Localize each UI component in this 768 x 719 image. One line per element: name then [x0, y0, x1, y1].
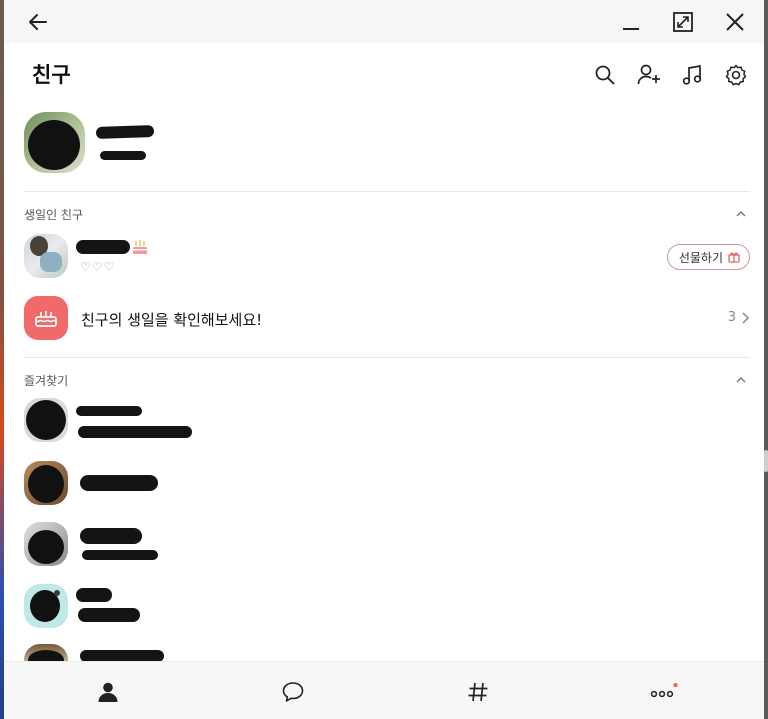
birthday-friend-row[interactable]: ♡♡♡ 선물하기 [4, 234, 764, 282]
minimize-button[interactable] [615, 6, 647, 38]
friend-avatar [24, 461, 68, 505]
desktop-background-right [764, 0, 768, 719]
birthday-cake-icon [35, 311, 57, 327]
birthday-count-value: 3 [727, 310, 736, 325]
favorite-friend-row[interactable] [4, 398, 764, 446]
gift-button[interactable]: 선물하기 [666, 244, 750, 270]
chevron-right-icon [742, 311, 750, 324]
redacted-name [95, 124, 155, 140]
bottom-navigation [4, 661, 764, 719]
favorites-section-title: 즐겨찾기 [24, 374, 69, 388]
maximize-icon [673, 12, 693, 32]
nav-chats-tab[interactable] [277, 676, 309, 708]
settings-icon [725, 64, 747, 86]
friend-avatar [24, 234, 68, 278]
nav-more-tab[interactable] [648, 676, 680, 708]
chevron-up-icon[interactable] [734, 373, 748, 387]
friend-avatar [24, 522, 68, 566]
close-button[interactable] [719, 6, 751, 38]
page-title: 친구 [32, 63, 71, 87]
redacted-status [100, 151, 146, 160]
app-window: 친구 생일인 친구 ♡♡♡ 선물하기 친구의 생일을 확인해보세요! 3 즐겨찾… [4, 0, 764, 719]
music-icon [682, 64, 702, 85]
scrollbar[interactable] [764, 450, 768, 472]
birthday-cake-button [24, 296, 68, 340]
settings-button[interactable] [722, 61, 750, 89]
friend-status-message: ♡♡♡ [80, 260, 116, 274]
birthday-count: 3 [728, 310, 750, 325]
my-profile[interactable] [4, 107, 764, 191]
maximize-button[interactable] [667, 6, 699, 38]
redacted-name [80, 528, 142, 544]
friend-avatar [24, 398, 68, 442]
search-button[interactable] [591, 61, 619, 89]
birthday-check-text: 친구의 생일을 확인해보세요! [81, 311, 263, 329]
birthday-check-row[interactable]: 친구의 생일을 확인해보세요! 3 [4, 296, 764, 342]
gift-icon [728, 252, 740, 263]
add-friend-button[interactable] [636, 61, 664, 89]
search-icon [595, 65, 615, 85]
add-friend-icon [637, 64, 660, 85]
birthday-section-title: 생일인 친구 [24, 208, 84, 222]
redacted-name [76, 240, 130, 254]
more-icon [650, 683, 678, 698]
music-button[interactable] [678, 61, 706, 89]
cake-emoji-icon [133, 240, 147, 254]
divider [24, 357, 750, 358]
redacted-status [78, 608, 140, 622]
close-icon [726, 13, 744, 31]
title-bar [4, 0, 764, 43]
minimize-icon [623, 28, 639, 30]
gift-button-label: 선물하기 [678, 250, 723, 265]
my-profile-avatar [24, 112, 85, 173]
nav-view-tab[interactable] [462, 676, 494, 708]
chevron-up-icon[interactable] [734, 207, 748, 221]
friends-icon [98, 682, 118, 702]
back-button[interactable] [22, 6, 54, 38]
hashtag-icon [468, 682, 488, 702]
page-header: 친구 [4, 43, 764, 107]
redacted-name [76, 588, 112, 602]
redacted-status [82, 550, 158, 560]
arrow-left-icon [29, 14, 47, 30]
nav-friends-tab[interactable] [92, 676, 124, 708]
divider [24, 191, 750, 192]
favorite-friend-row[interactable] [4, 522, 764, 570]
favorite-friend-row[interactable] [4, 584, 764, 632]
redacted-name [76, 406, 142, 416]
chat-icon [282, 682, 304, 702]
redacted-name [80, 475, 158, 491]
redacted-status [78, 426, 192, 438]
favorite-friend-row[interactable] [4, 461, 764, 509]
friend-avatar [24, 584, 68, 628]
